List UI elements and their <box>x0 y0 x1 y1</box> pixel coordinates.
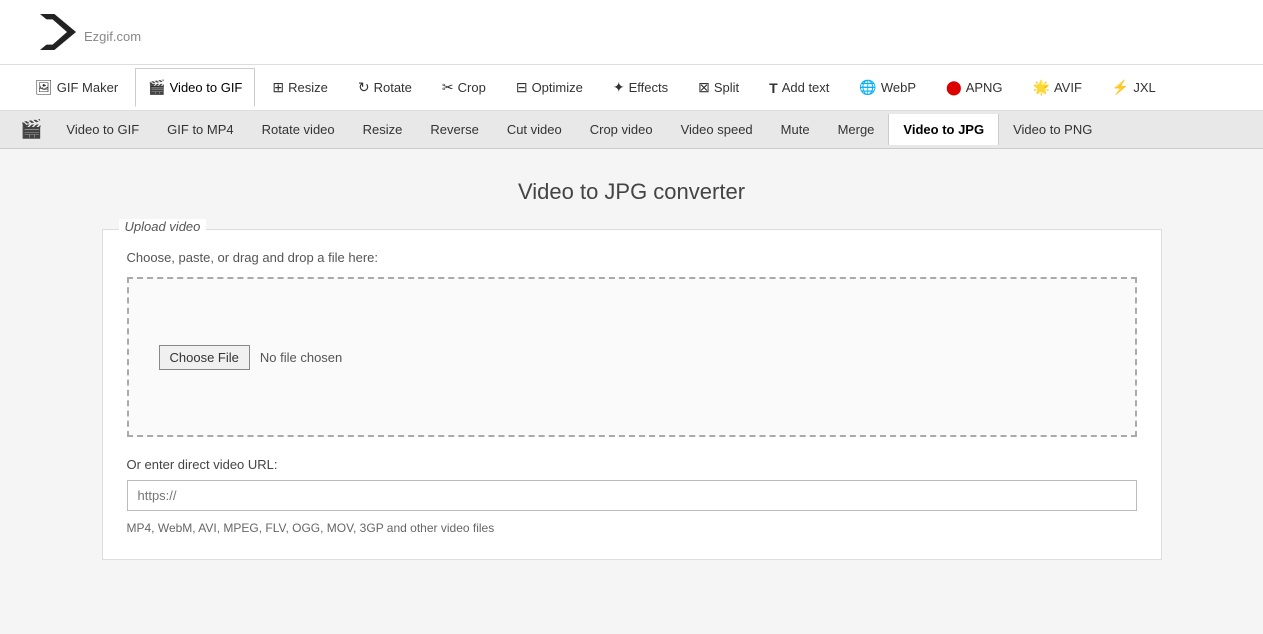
avif-icon: 🌟 <box>1033 79 1050 96</box>
nav-webp[interactable]: 🌐 WebP <box>846 68 929 107</box>
jxl-icon: ⚡ <box>1112 79 1129 96</box>
resize-icon: ⊞ <box>272 79 284 96</box>
subnav-rotate-video[interactable]: Rotate video <box>248 114 349 145</box>
nav-rotate[interactable]: ↻ Rotate <box>345 68 425 107</box>
rotate-icon: ↻ <box>358 79 370 96</box>
gif-maker-icon: 🖼 <box>35 79 53 96</box>
logo-link[interactable]: Ezgif.com <box>40 14 141 50</box>
header: Ezgif.com <box>0 0 1263 65</box>
effects-icon: ✦ <box>613 79 625 96</box>
subnav-merge[interactable]: Merge <box>824 114 889 145</box>
choose-file-button[interactable]: Choose File <box>159 345 250 370</box>
file-types-text: MP4, WebM, AVI, MPEG, FLV, OGG, MOV, 3GP… <box>127 521 1137 535</box>
subnav-video-speed[interactable]: Video speed <box>667 114 767 145</box>
video-to-gif-icon: 🎬 <box>148 79 165 96</box>
subnav-resize[interactable]: Resize <box>349 114 417 145</box>
add-text-icon: T <box>769 80 778 96</box>
drop-zone[interactable]: Choose File No file chosen <box>127 277 1137 437</box>
url-input[interactable] <box>127 480 1137 511</box>
nav-avif[interactable]: 🌟 AVIF <box>1020 68 1095 107</box>
upload-label: Upload video <box>119 219 207 234</box>
subnav-video-to-gif[interactable]: Video to GIF <box>52 114 153 145</box>
nav-gif-maker[interactable]: 🖼 GIF Maker <box>22 68 131 107</box>
no-file-text: No file chosen <box>260 350 342 365</box>
optimize-icon: ⊟ <box>516 79 528 96</box>
nav-video-to-gif[interactable]: 🎬 Video to GIF <box>135 68 255 107</box>
video-clapper-icon: 🎬 <box>10 111 52 148</box>
crop-icon: ✂ <box>442 79 454 96</box>
upload-card: Upload video Choose, paste, or drag and … <box>102 229 1162 560</box>
file-input-wrapper: Choose File No file chosen <box>159 345 343 370</box>
subnav-mute[interactable]: Mute <box>767 114 824 145</box>
subnav-reverse[interactable]: Reverse <box>416 114 492 145</box>
nav-apng[interactable]: ⬤ APNG <box>933 68 1016 107</box>
page-content: Video to JPG converter Upload video Choo… <box>82 179 1182 560</box>
subnav-video-to-jpg[interactable]: Video to JPG <box>888 114 999 145</box>
nav-crop[interactable]: ✂ Crop <box>429 68 499 107</box>
upload-instruction: Choose, paste, or drag and drop a file h… <box>127 250 1137 265</box>
nav-effects[interactable]: ✦ Effects <box>600 68 681 107</box>
logo-text: Ezgif.com <box>84 17 141 48</box>
sub-nav: 🎬 Video to GIF GIF to MP4 Rotate video R… <box>0 111 1263 149</box>
site-name: Ezgif <box>84 29 113 44</box>
nav-add-text[interactable]: T Add text <box>756 69 842 107</box>
logo-icon <box>40 14 76 50</box>
split-icon: ⊠ <box>698 79 710 96</box>
nav-jxl[interactable]: ⚡ JXL <box>1099 68 1169 107</box>
subnav-gif-to-mp4[interactable]: GIF to MP4 <box>153 114 247 145</box>
site-domain: .com <box>113 29 141 44</box>
subnav-cut-video[interactable]: Cut video <box>493 114 576 145</box>
nav-resize[interactable]: ⊞ Resize <box>259 68 340 107</box>
main-nav: 🖼 GIF Maker 🎬 Video to GIF ⊞ Resize ↻ Ro… <box>0 65 1263 111</box>
nav-optimize[interactable]: ⊟ Optimize <box>503 68 596 107</box>
nav-split[interactable]: ⊠ Split <box>685 68 752 107</box>
subnav-crop-video[interactable]: Crop video <box>576 114 667 145</box>
webp-icon: 🌐 <box>859 79 876 96</box>
apng-icon: ⬤ <box>946 79 962 96</box>
url-label: Or enter direct video URL: <box>127 457 1137 472</box>
subnav-video-to-png[interactable]: Video to PNG <box>999 114 1106 145</box>
page-title: Video to JPG converter <box>102 179 1162 205</box>
